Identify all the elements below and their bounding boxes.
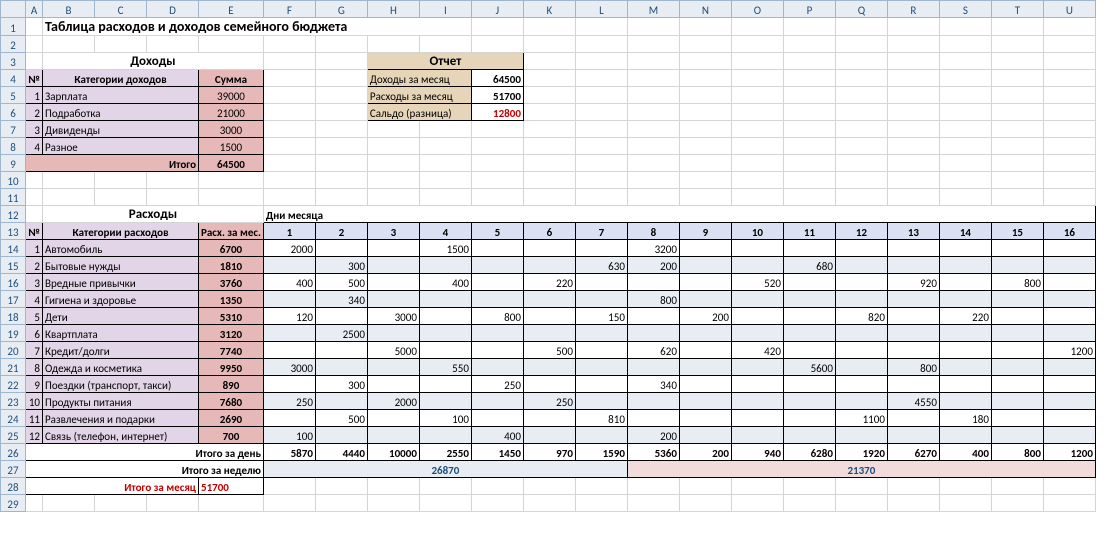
expense-row: 207Кредит/долги774050005006204201200 [1, 342, 1096, 359]
expense-row: 2411Развлечения и подарки269050010081011… [1, 410, 1096, 427]
income-header: Доходы [43, 53, 264, 70]
report-header: Отчет [367, 53, 523, 70]
expense-row: 141Автомобиль6700200015003200 [1, 240, 1096, 257]
expense-row: 152Бытовые нужды1810300630200680 [1, 257, 1096, 274]
column-headers[interactable]: ABCDEFGHIJKLMNOPQRSTU [1, 1, 1096, 18]
col-F[interactable]: F [263, 1, 315, 18]
expense-row: 174Гигиена и здоровье1350340800 [1, 291, 1096, 308]
col-N[interactable]: N [679, 1, 731, 18]
income-col-sum[interactable]: Сумма [199, 70, 264, 87]
col-P[interactable]: P [783, 1, 835, 18]
col-L[interactable]: L [575, 1, 627, 18]
income-col-cat[interactable]: Категории доходов [43, 70, 199, 87]
col-H[interactable]: H [367, 1, 419, 18]
expense-row: 2310Продукты питания768025020002504550 [1, 393, 1096, 410]
expense-row: 2512Связь (телефон, интернет)70010040020… [1, 427, 1096, 444]
expenses-header: Расходы [43, 206, 264, 223]
col-U[interactable]: U [1043, 1, 1095, 18]
income-col-num[interactable]: № [26, 70, 43, 87]
col-C[interactable]: C [95, 1, 147, 18]
col-D[interactable]: D [147, 1, 199, 18]
col-S[interactable]: S [939, 1, 991, 18]
expense-row: 218Одежда и косметика995030005505600800 [1, 359, 1096, 376]
col-G[interactable]: G [315, 1, 367, 18]
row-1: 1Таблица расходов и доходов семейного бю… [1, 18, 1096, 36]
col-O[interactable]: O [731, 1, 783, 18]
expense-row: 229Поездки (транспорт, такси)89030025034… [1, 376, 1096, 393]
col-T[interactable]: T [991, 1, 1043, 18]
col-E[interactable]: E [199, 1, 264, 18]
days-label: Дни месяца [263, 206, 1095, 223]
col-corner[interactable] [1, 1, 26, 18]
col-I[interactable]: I [419, 1, 471, 18]
col-M[interactable]: M [627, 1, 679, 18]
page-title: Таблица расходов и доходов семейного бюд… [43, 18, 472, 36]
col-J[interactable]: J [471, 1, 523, 18]
expense-row: 196Квартплата31202500 [1, 325, 1096, 342]
expense-row: 163Вредные привычки376040050040022052092… [1, 274, 1096, 291]
col-Q[interactable]: Q [835, 1, 887, 18]
col-A[interactable]: A [26, 1, 43, 18]
spreadsheet[interactable]: ABCDEFGHIJKLMNOPQRSTU 1Таблица расходов … [0, 0, 1096, 512]
expense-row: 185Дети53101203000800150200820220 [1, 308, 1096, 325]
col-R[interactable]: R [887, 1, 939, 18]
col-B[interactable]: B [43, 1, 95, 18]
col-K[interactable]: K [523, 1, 575, 18]
expense-header-row: 13№Категории расходовРасх. за мес. 12345… [1, 223, 1096, 240]
